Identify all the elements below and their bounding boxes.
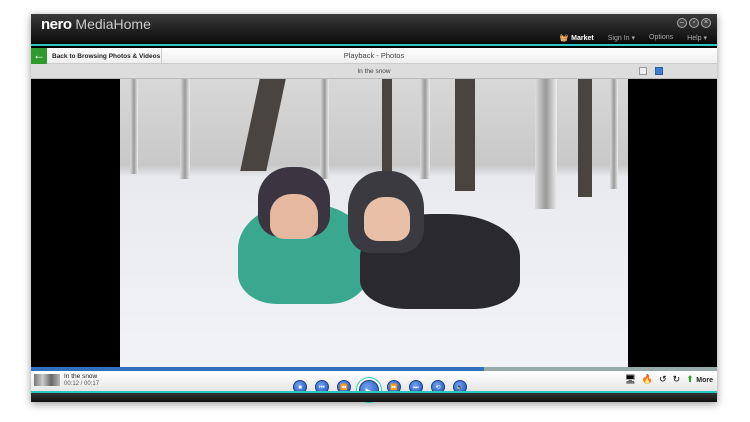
bottom-bar (31, 391, 717, 402)
market-menu[interactable]: 🧺 Market (559, 34, 593, 42)
close-button[interactable]: × (701, 18, 711, 28)
basket-icon: 🧺 (559, 35, 569, 42)
fit-view-icon[interactable] (639, 67, 647, 75)
restore-button[interactable]: ▫ (689, 18, 699, 28)
app-logo: nero MediaHome (41, 16, 151, 33)
app-window: nero MediaHome – ▫ × 🧺 Market Sign In ▾ O… (31, 14, 717, 402)
player-controls: In the snow 00:12 / 00:17 ■⏮⏪▶⏩⏭⟲🔈 🖥 🔥 ↺… (31, 371, 717, 400)
display-icon[interactable]: 🖥 (624, 374, 635, 385)
rotate-right-icon[interactable]: ↻ (673, 374, 681, 385)
more-button[interactable]: ⬆ More (686, 374, 713, 385)
market-label: Market (571, 35, 594, 42)
photo-image (120, 79, 628, 367)
page-title: Playback - Photos (343, 51, 405, 60)
burn-icon[interactable]: 🔥 (642, 374, 653, 385)
logo-brand: nero (41, 16, 72, 33)
sub-bar: In the snow (31, 64, 717, 79)
photo-thumbnail (34, 374, 60, 386)
minimize-button[interactable]: – (677, 18, 687, 28)
logo-product: MediaHome (75, 16, 151, 32)
now-playing-title: In the snow (64, 373, 98, 380)
title-bar: nero MediaHome – ▫ × 🧺 Market Sign In ▾ O… (31, 14, 717, 46)
sign-in-menu[interactable]: Sign In ▾ (608, 34, 635, 42)
up-arrow-icon: ⬆ (686, 374, 694, 384)
options-menu[interactable]: Options (649, 34, 673, 42)
nav-bar: ← Back to Browsing Photos & Videos Playba… (31, 48, 717, 64)
playback-time: 00:12 / 00:17 (64, 381, 100, 387)
help-menu[interactable]: Help ▾ (687, 34, 707, 42)
photo-title: In the snow (357, 68, 391, 75)
fill-view-icon[interactable] (655, 67, 663, 75)
photo-stage (31, 79, 717, 367)
more-label: More (696, 377, 713, 384)
rotate-left-icon[interactable]: ↺ (659, 374, 667, 385)
